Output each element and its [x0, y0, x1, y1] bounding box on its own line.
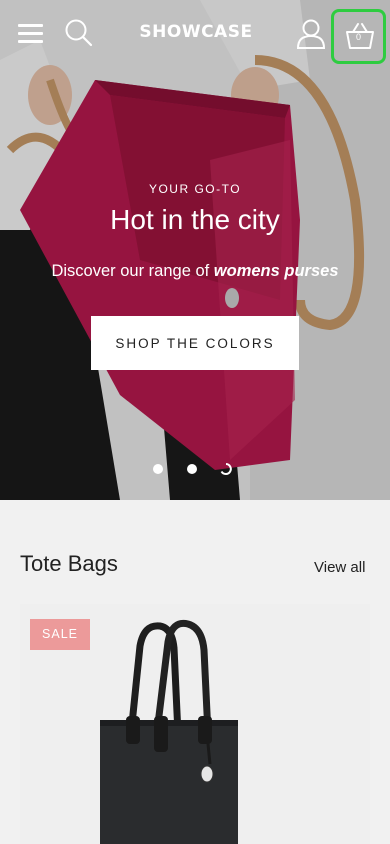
section-title: Tote Bags — [20, 551, 118, 576]
hero-title: Hot in the city — [110, 204, 280, 235]
shop-the-colors-button[interactable]: SHOP THE COLORS — [91, 316, 299, 370]
hero-subtitle-text: Discover our range of — [51, 262, 214, 280]
slide-dot-2[interactable] — [187, 464, 197, 474]
cart-count-badge: 0 — [355, 32, 361, 42]
site-header: SHOWCASE 0 — [0, 0, 390, 68]
search-icon[interactable] — [64, 18, 94, 48]
site-logo[interactable]: SHOWCASE — [128, 22, 264, 42]
hero-photo — [0, 0, 390, 500]
slide-indicators — [0, 463, 390, 476]
hero-banner: SHOWCASE 0 YOUR GO-TO Hot in the city Di… — [0, 0, 390, 500]
hero-subtitle-emphasis: womens purses — [213, 262, 339, 280]
view-all-link[interactable]: View all — [314, 559, 365, 576]
menu-icon[interactable] — [18, 22, 44, 44]
slide-dot-1[interactable] — [153, 464, 163, 474]
slide-dot-3-progress-icon[interactable] — [220, 463, 232, 475]
account-icon[interactable] — [296, 18, 326, 50]
product-image — [100, 619, 238, 844]
cart-button[interactable]: 0 — [331, 9, 386, 64]
product-card[interactable]: SALE — [20, 604, 370, 844]
hero-subtitle: Discover our range of womens purses — [0, 262, 390, 281]
hero-eyebrow: YOUR GO-TO — [148, 182, 242, 196]
